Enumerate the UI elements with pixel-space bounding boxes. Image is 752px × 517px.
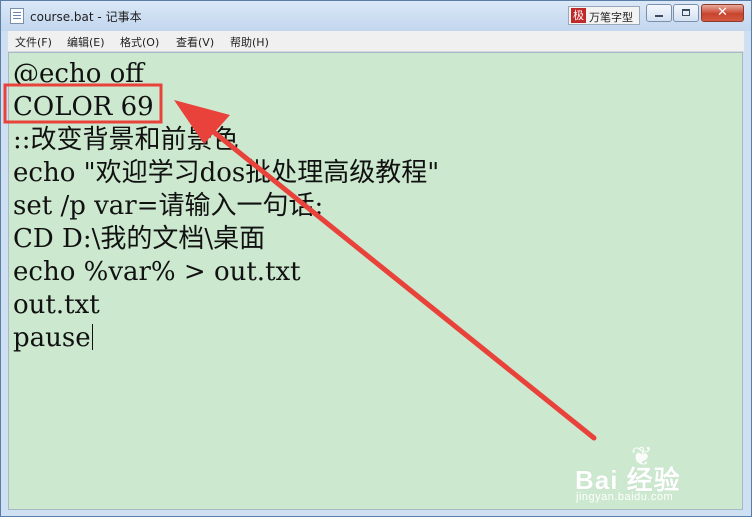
highlight-box [3, 83, 163, 124]
arrow-shaft [202, 122, 597, 441]
watermark-url: jingyan.baidu.com [576, 491, 674, 503]
baidu-watermark: ❦ Bai 经验 jingyan.baidu.com [575, 440, 715, 510]
